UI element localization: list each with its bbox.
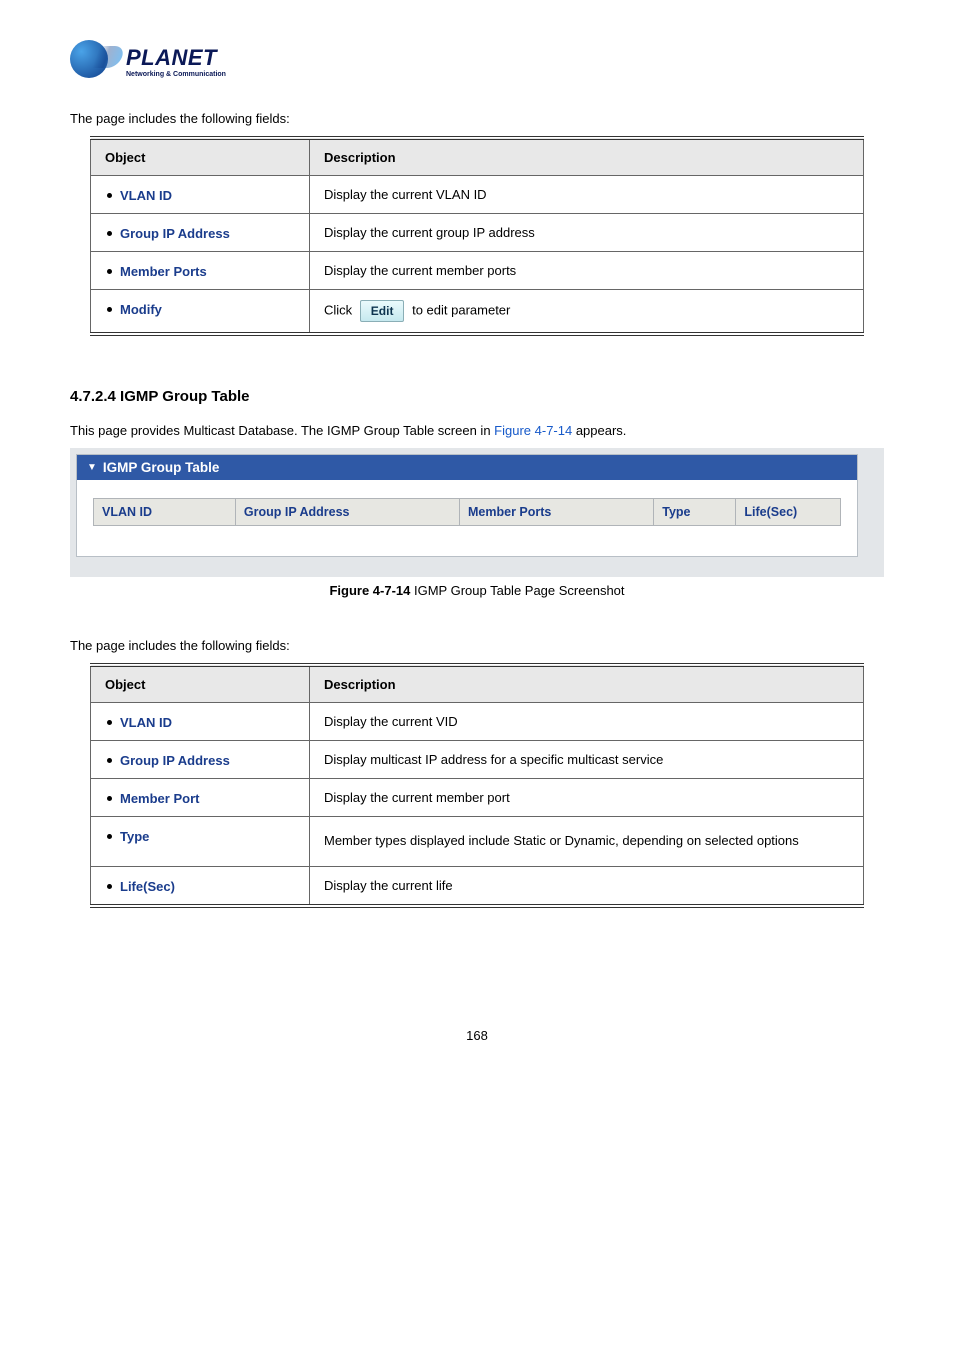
table-row: VLAN ID Display the current VID bbox=[91, 703, 864, 741]
desc-modify-post: to edit parameter bbox=[412, 302, 510, 317]
desc-group-ip-2: Display multicast IP address for a speci… bbox=[310, 741, 864, 779]
page-number: 168 bbox=[70, 1028, 884, 1043]
col-object: Object bbox=[91, 138, 310, 176]
bullet-icon bbox=[107, 834, 112, 839]
fields-table-1: Object Description VLAN ID Display the c… bbox=[90, 136, 864, 336]
obj-modify: Modify bbox=[120, 302, 162, 317]
figure-caption: Figure 4-7-14 IGMP Group Table Page Scre… bbox=[70, 583, 884, 598]
col-description: Description bbox=[310, 138, 864, 176]
desc-group-ip: Display the current group IP address bbox=[310, 214, 864, 252]
desc-life-2: Display the current life bbox=[310, 866, 864, 906]
brand-tagline: Networking & Communication bbox=[126, 71, 226, 78]
bullet-icon bbox=[107, 884, 112, 889]
line-pre: This page provides Multicast Database. T… bbox=[70, 423, 494, 438]
obj-group-ip: Group IP Address bbox=[120, 226, 230, 241]
col-vlan-id: VLAN ID bbox=[94, 499, 236, 526]
fields-table-2: Object Description VLAN ID Display the c… bbox=[90, 663, 864, 908]
caption-rest: IGMP Group Table Page Screenshot bbox=[410, 583, 624, 598]
table-row: Life(Sec) Display the current life bbox=[91, 866, 864, 906]
bullet-icon bbox=[107, 796, 112, 801]
screenshot-area: ▼ IGMP Group Table VLAN ID Group IP Addr… bbox=[70, 448, 884, 577]
panel-title: IGMP Group Table bbox=[103, 460, 220, 475]
obj-vlan-id-2: VLAN ID bbox=[120, 715, 172, 730]
obj-vlan-id: VLAN ID bbox=[120, 188, 172, 203]
table-row: Member Port Display the current member p… bbox=[91, 779, 864, 817]
caption-bold: Figure 4-7-14 bbox=[329, 583, 410, 598]
col-object: Object bbox=[91, 665, 310, 703]
obj-member-port-2: Member Port bbox=[120, 791, 199, 806]
brand-logo: PLANET Networking & Communication bbox=[70, 40, 884, 81]
figure-link[interactable]: Figure 4-7-14 bbox=[494, 423, 572, 438]
obj-member-ports: Member Ports bbox=[120, 264, 207, 279]
table-row: Type Member types displayed include Stat… bbox=[91, 817, 864, 867]
table-row: Group IP Address Display multicast IP ad… bbox=[91, 741, 864, 779]
panel-header[interactable]: ▼ IGMP Group Table bbox=[77, 455, 857, 480]
chevron-down-icon: ▼ bbox=[87, 462, 97, 473]
section-heading: 4.7.2.4 IGMP Group Table bbox=[70, 388, 884, 405]
globe-icon bbox=[70, 40, 108, 78]
desc-vlan-id: Display the current VLAN ID bbox=[310, 176, 864, 214]
desc-member-ports: Display the current member ports bbox=[310, 252, 864, 290]
bullet-icon bbox=[107, 307, 112, 312]
edit-button[interactable]: Edit bbox=[360, 300, 405, 322]
col-group-ip: Group IP Address bbox=[235, 499, 459, 526]
line-post: appears. bbox=[572, 423, 626, 438]
igmp-panel: ▼ IGMP Group Table VLAN ID Group IP Addr… bbox=[76, 454, 858, 557]
brand-name: PLANET bbox=[126, 47, 226, 69]
col-description: Description bbox=[310, 665, 864, 703]
desc-modify: Click Edit to edit parameter bbox=[310, 290, 864, 335]
igmp-group-table: VLAN ID Group IP Address Member Ports Ty… bbox=[93, 498, 841, 526]
bullet-icon bbox=[107, 720, 112, 725]
table-row: Modify Click Edit to edit parameter bbox=[91, 290, 864, 335]
col-member-ports: Member Ports bbox=[460, 499, 654, 526]
table-row: Group IP Address Display the current gro… bbox=[91, 214, 864, 252]
col-life: Life(Sec) bbox=[736, 499, 841, 526]
section-body-line: This page provides Multicast Database. T… bbox=[70, 423, 884, 438]
bullet-icon bbox=[107, 758, 112, 763]
bullet-icon bbox=[107, 193, 112, 198]
obj-group-ip-2: Group IP Address bbox=[120, 753, 230, 768]
obj-type-2: Type bbox=[120, 829, 149, 844]
desc-modify-pre: Click bbox=[324, 302, 352, 317]
bullet-icon bbox=[107, 269, 112, 274]
intro-text-2: The page includes the following fields: bbox=[70, 638, 884, 653]
obj-life-2: Life(Sec) bbox=[120, 879, 175, 894]
bullet-icon bbox=[107, 231, 112, 236]
desc-member-port-2: Display the current member port bbox=[310, 779, 864, 817]
desc-type-2: Member types displayed include Static or… bbox=[310, 817, 864, 867]
table-row: Member Ports Display the current member … bbox=[91, 252, 864, 290]
intro-text-1: The page includes the following fields: bbox=[70, 111, 884, 126]
table-row: VLAN ID Display the current VLAN ID bbox=[91, 176, 864, 214]
col-type: Type bbox=[654, 499, 736, 526]
desc-vlan-id-2: Display the current VID bbox=[310, 703, 864, 741]
